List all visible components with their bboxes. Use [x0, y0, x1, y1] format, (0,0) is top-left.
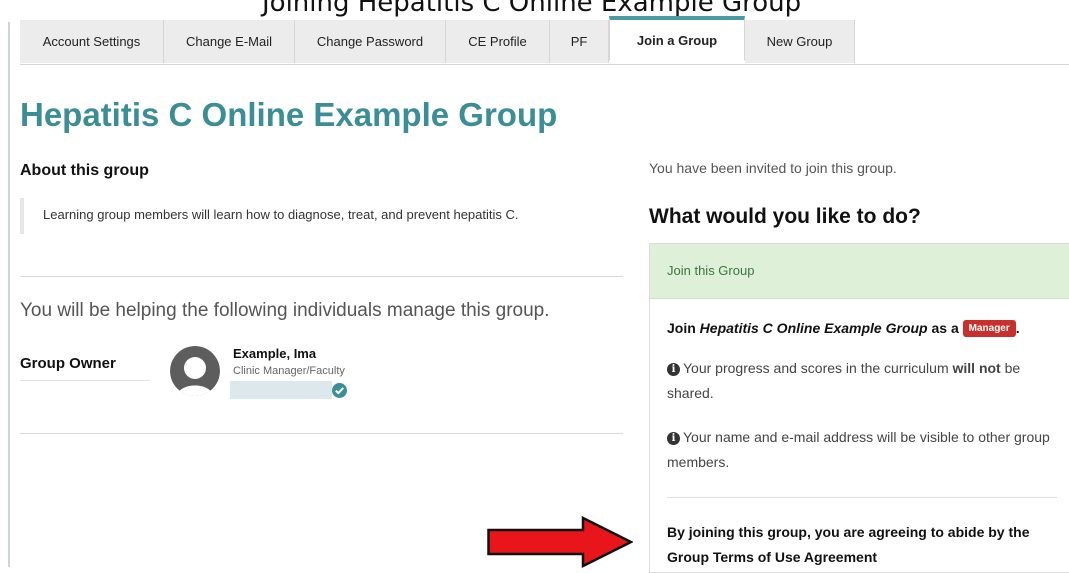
helping-text: You will be helping the following indivi… [20, 300, 550, 321]
info-circle-icon: i [667, 363, 680, 376]
tab-pf[interactable]: PF [550, 20, 609, 63]
owner-contact-redacted [230, 381, 332, 399]
tab-new-group[interactable]: New Group [745, 20, 855, 63]
join-prefix: Join [667, 320, 700, 336]
visibility-note: i Your name and e-mail address will be vi… [667, 425, 1062, 475]
progress-privacy-note: i Your progress and scores in the curricu… [667, 356, 1062, 406]
join-suffix: . [1015, 320, 1020, 336]
terms-agreement-text: By joining this group, you are agreeing … [667, 524, 1030, 565]
red-right-arrow-icon [487, 516, 633, 568]
tab-account-settings[interactable]: Account Settings [20, 20, 164, 63]
manager-role-badge: Manager [962, 320, 1016, 337]
owner-role: Clinic Manager/Faculty [233, 365, 345, 377]
join-statement: Join Hepatitis C Online Example Group as… [667, 320, 1020, 337]
about-description: Learning group members will learn how to… [20, 198, 615, 234]
tab-join-a-group[interactable]: Join a Group [609, 16, 745, 61]
check-circle-icon [332, 383, 347, 398]
invite-message: You have been invited to join this group… [649, 160, 897, 176]
progress-note-emphasis: will not [952, 360, 1001, 376]
tab-bar: Account Settings Change E-Mail Change Pa… [20, 16, 1069, 65]
owner-label-divider [20, 380, 150, 381]
top-caption: Joining Hepatitis C Online Example Group [0, 0, 1069, 20]
join-group-card: Join this Group Join Hepatitis C Online … [649, 243, 1069, 573]
page-title: Hepatitis C Online Example Group [20, 96, 558, 133]
visibility-note-text: Your name and e-mail address will be vis… [667, 429, 1050, 470]
card-divider [667, 497, 1057, 498]
tab-ce-profile[interactable]: CE Profile [446, 20, 550, 63]
owner-name[interactable]: Example, Ima [233, 346, 316, 361]
progress-note-text: Your progress and scores in the curricul… [683, 360, 953, 376]
section-divider [20, 276, 623, 277]
tab-change-password[interactable]: Change Password [295, 20, 446, 63]
tab-change-email[interactable]: Change E-Mail [164, 20, 295, 63]
left-border [8, 22, 10, 567]
info-circle-icon: i [667, 432, 680, 445]
join-as-text: as a [927, 320, 963, 336]
join-this-group-header[interactable]: Join this Group [650, 244, 1069, 299]
user-avatar-icon [170, 346, 220, 396]
about-heading: About this group [20, 162, 149, 179]
action-question-heading: What would you like to do? [649, 205, 921, 228]
section-divider-bottom [20, 433, 623, 434]
group-owner-label: Group Owner [20, 355, 116, 372]
join-group-name: Hepatitis C Online Example Group [699, 320, 928, 336]
